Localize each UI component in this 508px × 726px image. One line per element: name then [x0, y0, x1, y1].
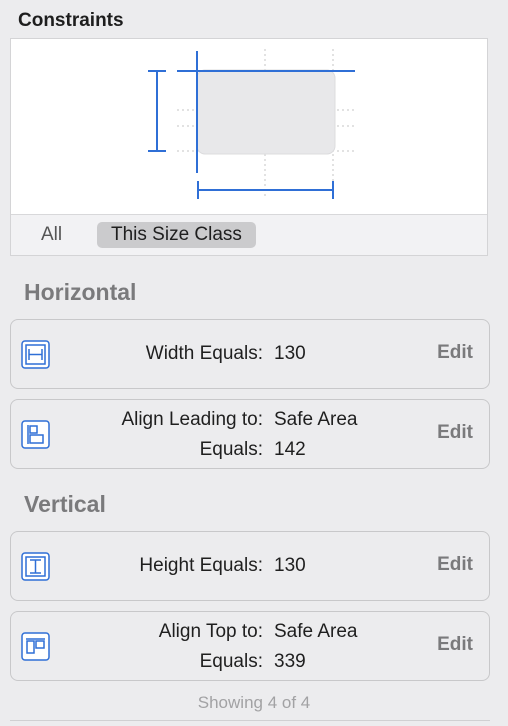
constraint-diagram	[11, 39, 487, 215]
panel-title: Constraints	[18, 10, 124, 31]
constraint-label: Align Leading to:	[121, 409, 263, 430]
constraint-target: Safe Area	[274, 621, 358, 642]
tab-this-size-class[interactable]: This Size Class	[97, 222, 256, 248]
align-top-icon	[21, 632, 50, 661]
constraint-align-top[interactable]: Align Top to: Safe Area Equals: 339 Edit	[10, 611, 490, 681]
constraint-label: Align Top to:	[158, 621, 263, 642]
constraint-align-leading[interactable]: Align Leading to: Safe Area Equals: 142 …	[10, 399, 490, 469]
align-leading-icon	[21, 420, 50, 449]
section-vertical-title: Vertical	[24, 491, 106, 517]
constraint-target: Safe Area	[274, 409, 358, 430]
constraint-equals-label: Equals:	[199, 439, 263, 460]
constraint-count: Showing 4 of 4	[197, 693, 311, 712]
constraint-equals-label: Equals:	[199, 651, 263, 672]
edit-button[interactable]: Edit	[437, 634, 473, 656]
view-rectangle	[196, 69, 336, 155]
edit-button[interactable]: Edit	[437, 422, 473, 444]
tab-all[interactable]: All	[27, 222, 76, 248]
constraint-value: 130	[274, 343, 306, 364]
edit-button[interactable]: Edit	[437, 342, 473, 364]
constraint-label: Height Equals:	[139, 555, 263, 576]
constraint-value: 130	[274, 555, 306, 576]
constraint-value: 339	[274, 651, 306, 672]
size-class-segmented-control: All This Size Class	[11, 215, 487, 255]
height-constraint-icon	[21, 552, 50, 581]
constraint-width[interactable]: Width Equals: 130 Edit	[10, 319, 490, 389]
constraint-value: 142	[274, 439, 306, 460]
constraint-height[interactable]: Height Equals: 130 Edit	[10, 531, 490, 601]
constraint-label: Width Equals:	[145, 343, 263, 364]
section-horizontal-title: Horizontal	[24, 279, 137, 305]
width-constraint-icon	[21, 340, 50, 369]
divider	[10, 720, 490, 721]
edit-button[interactable]: Edit	[437, 554, 473, 576]
constraints-preview: All This Size Class	[10, 38, 488, 256]
